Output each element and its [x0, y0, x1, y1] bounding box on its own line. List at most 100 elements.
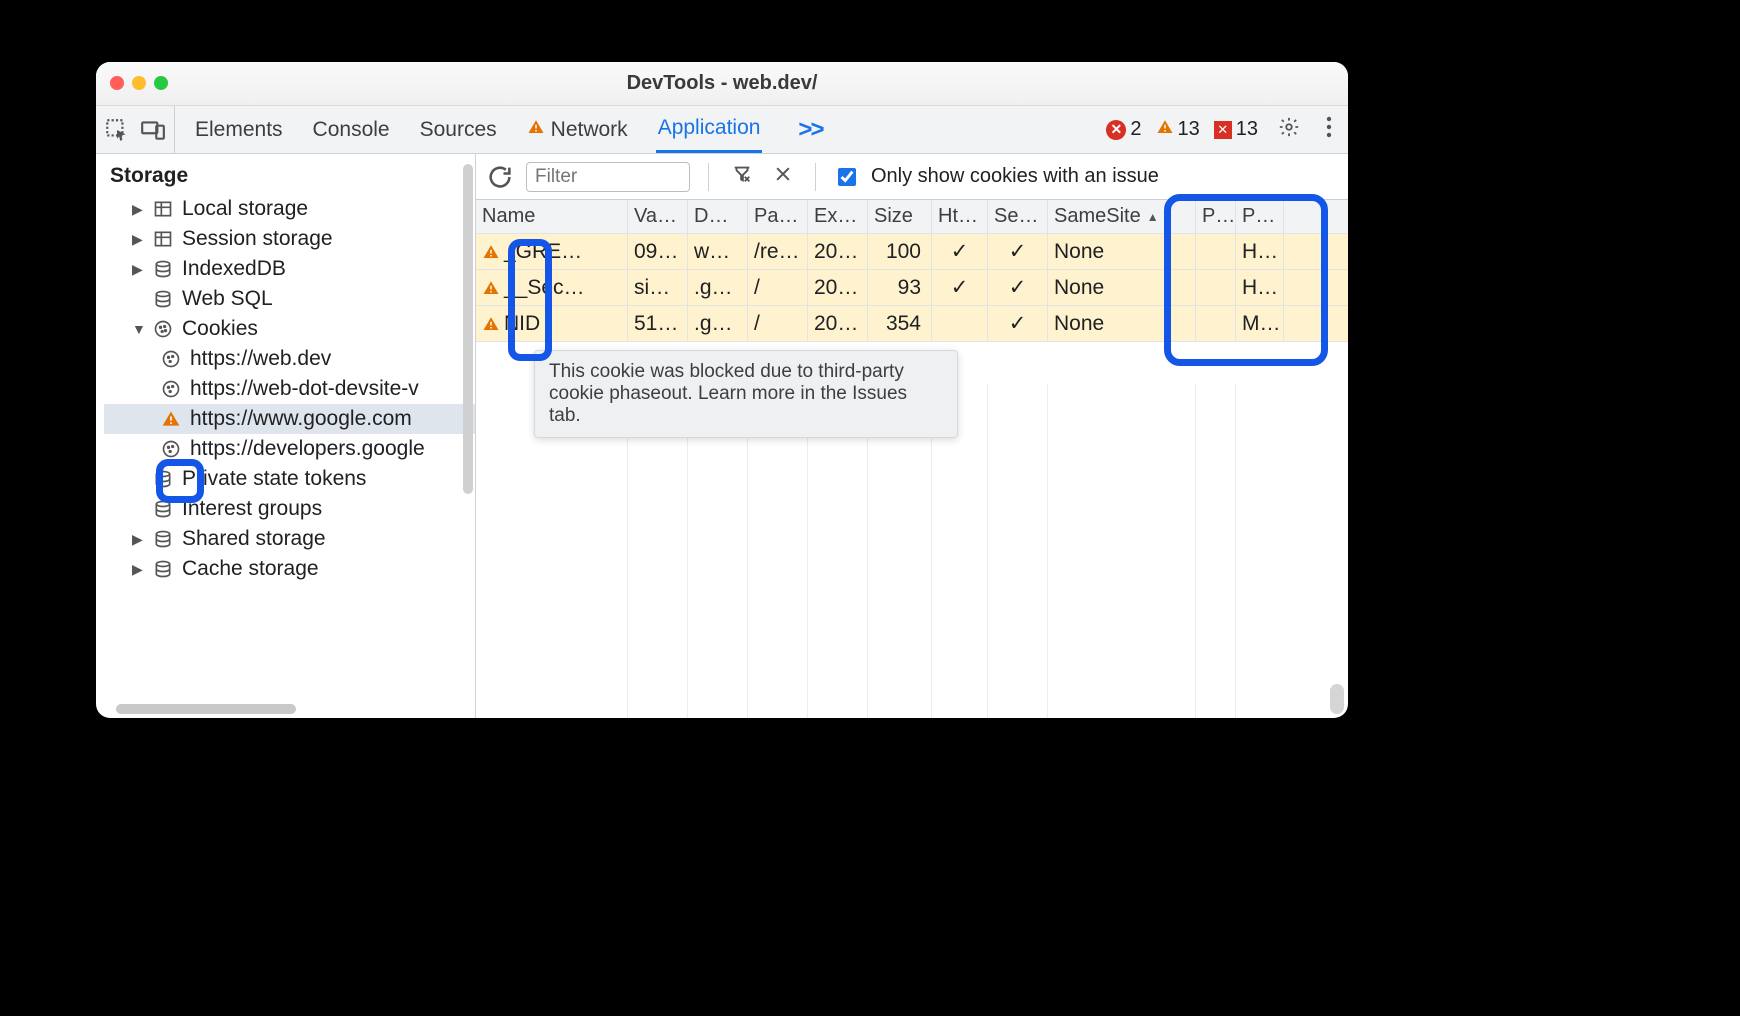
cell-priority: M… — [1236, 306, 1284, 341]
database-icon — [152, 258, 174, 280]
chevron-right-icon: ▶ — [132, 201, 144, 218]
issues-icon: ✕ — [1214, 121, 1232, 139]
refresh-icon[interactable] — [486, 163, 514, 191]
sidebar-item-local-storage[interactable]: ▶ Local storage — [104, 194, 475, 224]
cookie-blocked-tooltip: This cookie was blocked due to third-par… — [534, 350, 958, 438]
sidebar-vertical-scrollbar[interactable] — [463, 164, 473, 494]
cookie-icon — [160, 438, 182, 460]
table-icon — [152, 198, 174, 220]
col-expires[interactable]: Ex… — [808, 200, 868, 233]
sidebar-item-label: Interest groups — [182, 497, 322, 521]
chevron-right-icon: ▶ — [132, 261, 144, 278]
sidebar-item-label: https://web.dev — [190, 347, 331, 371]
tab-strip: Elements Console Sources Network Applica… — [96, 106, 1348, 154]
sidebar-item-cookie-origin-selected[interactable]: https://www.google.com — [104, 404, 475, 434]
window-title: DevTools - web.dev/ — [627, 72, 818, 95]
close-window-button[interactable] — [110, 76, 124, 90]
tab-elements[interactable]: Elements — [193, 106, 285, 153]
sidebar-item-label: Shared storage — [182, 527, 326, 551]
tab-network[interactable]: Network — [525, 106, 630, 153]
sidebar-item-private-state-tokens[interactable]: Private state tokens — [104, 464, 475, 494]
warning-triangle-icon — [482, 243, 500, 261]
cookie-icon — [152, 318, 174, 340]
clear-filter-icon[interactable] — [727, 163, 757, 191]
inspect-element-icon[interactable] — [104, 117, 130, 143]
clear-all-icon[interactable] — [769, 164, 797, 190]
sidebar-item-session-storage[interactable]: ▶ Session storage — [104, 224, 475, 254]
cell-priority: H… — [1236, 270, 1284, 305]
settings-gear-icon[interactable] — [1272, 116, 1306, 144]
sidebar-section-storage: Storage — [100, 160, 475, 194]
sidebar-item-label: Cookies — [182, 317, 258, 341]
tab-console[interactable]: Console — [311, 106, 392, 153]
col-priority[interactable]: P… — [1236, 200, 1284, 233]
database-icon — [152, 558, 174, 580]
cell-httponly — [932, 306, 988, 341]
sidebar-item-websql[interactable]: Web SQL — [104, 284, 475, 314]
col-value[interactable]: Va… — [628, 200, 688, 233]
col-size[interactable]: Size — [868, 200, 932, 233]
col-path[interactable]: Pa… — [748, 200, 808, 233]
cell-secure: ✓ — [988, 270, 1048, 305]
database-icon — [152, 468, 174, 490]
filter-input[interactable] — [526, 162, 690, 192]
sidebar-item-indexeddb[interactable]: ▶ IndexedDB — [104, 254, 475, 284]
col-domain[interactable]: D… — [688, 200, 748, 233]
tab-sources[interactable]: Sources — [418, 106, 499, 153]
table-icon — [152, 228, 174, 250]
sidebar-item-cookies[interactable]: ▼ Cookies — [104, 314, 475, 344]
sidebar-item-shared-storage[interactable]: ▶ Shared storage — [104, 524, 475, 554]
sidebar-item-cookie-origin[interactable]: https://web.dev — [104, 344, 475, 374]
col-partition[interactable]: P… — [1196, 200, 1236, 233]
only-issue-checkbox[interactable] — [838, 168, 856, 186]
device-toolbar-icon[interactable] — [140, 117, 166, 143]
cell-domain: .g… — [688, 270, 748, 305]
panel-scrollbar[interactable] — [1330, 684, 1344, 714]
database-icon — [152, 288, 174, 310]
sidebar-horizontal-scrollbar[interactable] — [116, 704, 296, 714]
cell-value: si… — [628, 270, 688, 305]
table-row[interactable]: __Sec…si….g…/20…93✓✓NoneH… — [476, 270, 1348, 306]
table-row[interactable]: _GRE…09…w…/re…20…100✓✓NoneH… — [476, 234, 1348, 270]
tab-application[interactable]: Application — [656, 106, 763, 153]
application-sidebar: Storage ▶ Local storage ▶ Session storag… — [96, 154, 476, 718]
col-httponly[interactable]: Ht… — [932, 200, 988, 233]
cell-size: 100 — [868, 234, 932, 269]
cell-partition — [1196, 234, 1236, 269]
warning-triangle-icon — [527, 118, 545, 142]
minimize-window-button[interactable] — [132, 76, 146, 90]
more-tabs-button[interactable]: >> — [788, 116, 832, 144]
col-secure[interactable]: Se… — [988, 200, 1048, 233]
col-samesite[interactable]: SameSite — [1048, 200, 1196, 233]
divider — [708, 163, 709, 191]
cell-secure: ✓ — [988, 306, 1048, 341]
sidebar-item-label: https://web-dot-devsite-v — [190, 377, 419, 401]
sidebar-item-cache-storage[interactable]: ▶ Cache storage — [104, 554, 475, 584]
errors-badge[interactable]: ✕ 2 — [1106, 118, 1141, 141]
chevron-right-icon: ▶ — [132, 561, 144, 578]
sidebar-item-label: Session storage — [182, 227, 333, 251]
cookies-toolbar: Only show cookies with an issue — [476, 154, 1348, 200]
cell-samesite: None — [1048, 306, 1196, 341]
col-name[interactable]: Name — [476, 200, 628, 233]
zoom-window-button[interactable] — [154, 76, 168, 90]
cell-path: / — [748, 270, 808, 305]
devtools-window: DevTools - web.dev/ Elements Console Sou… — [96, 62, 1348, 718]
cell-path: / — [748, 306, 808, 341]
chevron-down-icon: ▼ — [132, 321, 144, 337]
cell-expires: 20… — [808, 270, 868, 305]
table-row[interactable]: NID51….g…/20…354✓NoneM… — [476, 306, 1348, 342]
cell-secure: ✓ — [988, 234, 1048, 269]
database-icon — [152, 528, 174, 550]
issues-badge[interactable]: ✕ 13 — [1214, 118, 1258, 141]
sidebar-item-label: https://developers.google — [190, 437, 425, 461]
cell-value: 51… — [628, 306, 688, 341]
chevron-right-icon: ▶ — [132, 531, 144, 548]
kebab-menu-icon[interactable] — [1320, 116, 1338, 144]
cookie-icon — [160, 378, 182, 400]
warnings-badge[interactable]: 13 — [1156, 118, 1200, 142]
sidebar-item-interest-groups[interactable]: Interest groups — [104, 494, 475, 524]
warning-triangle-icon — [482, 315, 500, 333]
sidebar-item-cookie-origin[interactable]: https://web-dot-devsite-v — [104, 374, 475, 404]
sidebar-item-cookie-origin[interactable]: https://developers.google — [104, 434, 475, 464]
